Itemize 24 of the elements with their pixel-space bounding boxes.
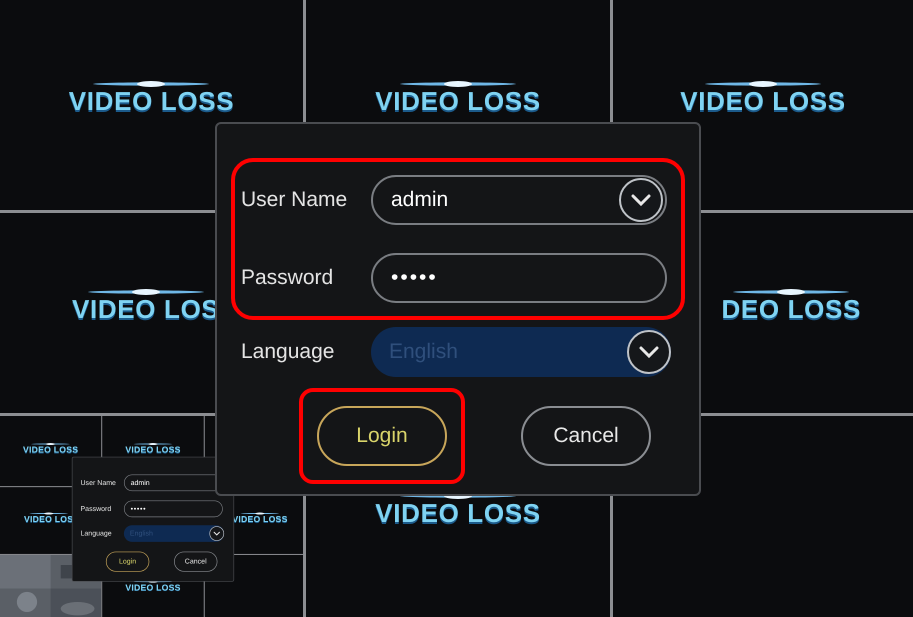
field-label: Password bbox=[241, 265, 334, 292]
video-loss-text: VIDEO LOSS bbox=[375, 88, 541, 114]
cancel-button[interactable]: Cancel bbox=[521, 406, 651, 466]
glare-icon bbox=[30, 442, 71, 446]
username-field[interactable]: admin bbox=[371, 175, 667, 225]
field-value: ••••• bbox=[391, 265, 439, 292]
video-loss-text: VIDEO LOSS bbox=[232, 514, 288, 524]
login-button[interactable]: Login bbox=[317, 406, 447, 466]
video-loss-text: VIDEO LOSS bbox=[680, 88, 846, 114]
field-label: Language bbox=[241, 339, 336, 366]
video-loss-text: VIDEO LOSS bbox=[68, 88, 234, 114]
password-field[interactable]: ••••• bbox=[371, 253, 667, 303]
field-value: admin bbox=[391, 187, 450, 214]
video-loss-text: VIDEO LOSS bbox=[125, 582, 181, 592]
video-loss-text: VIDEO LOSS bbox=[125, 445, 181, 454]
video-loss-text: VIDEO LOSS bbox=[375, 500, 541, 526]
glare-icon bbox=[28, 512, 69, 515]
field-label: User Name bbox=[241, 187, 348, 214]
video-loss-text: VIDEO LOSS bbox=[22, 445, 78, 454]
dropdown-chevron-icon[interactable] bbox=[619, 178, 663, 222]
video-loss-text: VIDEO LOS bbox=[24, 514, 74, 524]
glare-icon bbox=[240, 512, 280, 515]
glare-icon bbox=[132, 442, 173, 446]
video-loss-text: DEO LOSS bbox=[721, 296, 861, 322]
